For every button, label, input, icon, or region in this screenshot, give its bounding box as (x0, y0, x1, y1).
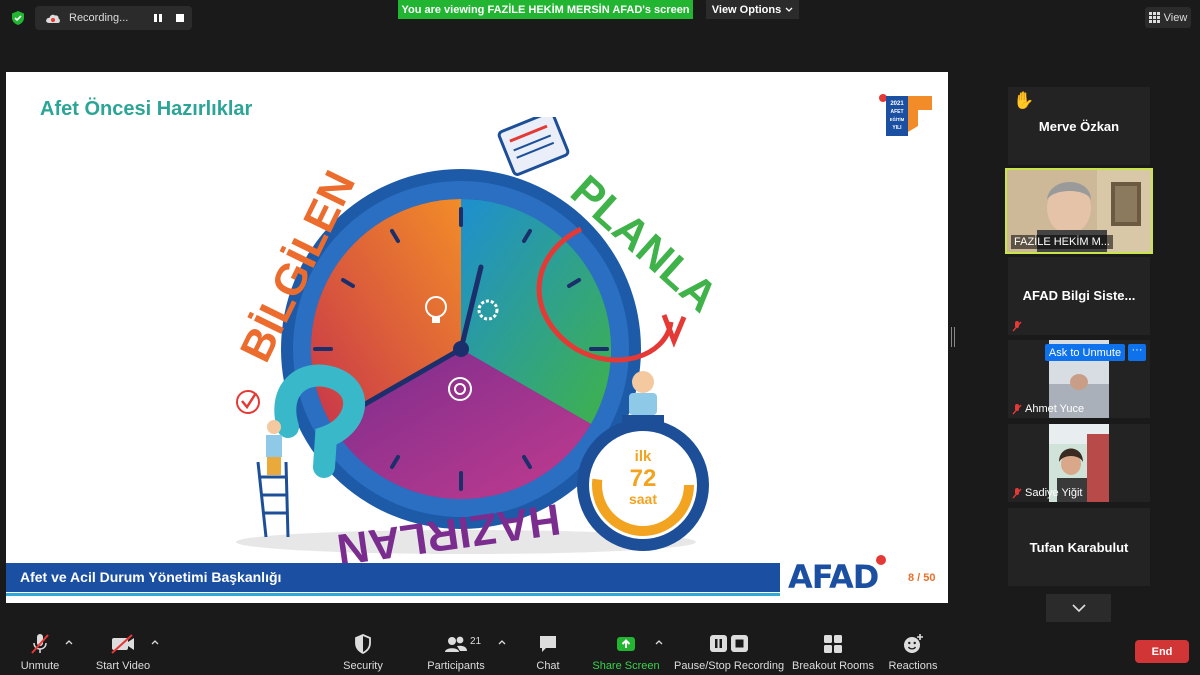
raised-hand-icon: ✋ (1013, 91, 1035, 110)
recording-label: Recording... (69, 12, 129, 24)
svg-text:YILI: YILI (892, 125, 902, 131)
view-label: View (1163, 11, 1188, 24)
afet-egitim-yili-logo: 2021 AFET EĞİTİM YILI (879, 94, 932, 136)
slide-footer-bar: Afet ve Acil Durum Yönetimi Başkanlığı (6, 563, 780, 596)
reactions-label: Reactions (888, 660, 938, 672)
audio-options-caret-icon[interactable] (64, 638, 74, 648)
svg-text:ilk: ilk (635, 448, 652, 465)
svg-text:72: 72 (630, 465, 657, 492)
chat-button[interactable]: Chat (527, 630, 569, 674)
view-layout-button[interactable]: View (1145, 7, 1191, 28)
participant-label: Sadiye Yiğit (1012, 487, 1082, 499)
panel-resize-handle[interactable] (951, 327, 955, 347)
chat-bubble-icon (540, 636, 556, 652)
recording-indicator: Recording... (35, 6, 192, 30)
chat-label: Chat (536, 660, 560, 672)
participant-name: Tufan Karabulut (1029, 540, 1129, 555)
share-options-caret-icon[interactable] (654, 638, 664, 648)
muted-mic-icon (1012, 321, 1022, 332)
disaster-preparedness-clock-graphic: BİLGİLEN PLANLA HAZIRLAN ilk 72 saat (231, 117, 727, 574)
participants-label: Participants (427, 660, 485, 672)
participants-options-caret-icon[interactable] (497, 638, 507, 648)
share-screen-label: Share Screen (592, 660, 660, 672)
participant-tile[interactable]: Tufan Karabulut (1008, 508, 1150, 586)
slide-footer-text: Afet ve Acil Durum Yönetimi Başkanlığı (20, 569, 282, 585)
screen-share-banner: You are viewing FAZİLE HEKİM MERSİN AFAD… (398, 0, 693, 19)
muted-mic-icon (1012, 487, 1022, 498)
breakout-rooms-icon (824, 635, 842, 653)
chevron-down-icon (1071, 603, 1086, 612)
participant-label: FAZİLE HEKİM M... (1011, 235, 1113, 249)
svg-text:AFET: AFET (890, 109, 903, 115)
muted-mic-icon (1012, 403, 1022, 414)
video-off-icon (111, 634, 134, 654)
breakout-rooms-button[interactable]: Breakout Rooms (791, 630, 875, 674)
pause-stop-recording-button[interactable]: Pause/Stop Recording (674, 630, 784, 674)
start-video-label: Start Video (95, 660, 151, 672)
stopwatch-graphic: ilk 72 saat (577, 419, 709, 551)
share-screen-arrow-icon (617, 637, 635, 651)
svg-text:EĞİTİM: EĞİTİM (890, 117, 905, 122)
afad-logo: AFAD (788, 558, 879, 596)
svg-text:2021: 2021 (890, 101, 904, 107)
participant-name: AFAD Bilgi Siste... (1022, 288, 1136, 303)
pause-stop-recording-icon (710, 635, 748, 652)
participant-name: Sadiye Yiğit (1025, 487, 1083, 499)
cloud-recording-icon (46, 14, 60, 23)
view-options-button[interactable]: View Options (706, 0, 799, 19)
ask-to-unmute-button[interactable]: Ask to Unmute (1045, 344, 1125, 361)
slide-page-indicator: 8 / 50 (908, 572, 936, 584)
participant-tile[interactable]: AFAD Bilgi Siste... (1008, 257, 1150, 335)
shared-screen-slide: Afet Öncesi Hazırlıklar 2021 AFET EĞİTİM… (6, 72, 948, 603)
security-label: Security (343, 660, 383, 672)
security-button[interactable]: Security (338, 630, 388, 674)
reactions-button[interactable]: Reactions (886, 630, 940, 674)
participant-tile[interactable]: Sadiye Yiğit (1008, 424, 1150, 502)
participant-name: Merve Özkan (1038, 119, 1120, 134)
participant-label: Ahmet Yuce (1012, 403, 1084, 415)
breakout-rooms-label: Breakout Rooms (792, 660, 874, 672)
shield-icon (355, 634, 371, 655)
end-meeting-button[interactable]: End (1135, 640, 1189, 663)
participant-tile-active-speaker[interactable]: FAZİLE HEKİM M... (1005, 168, 1153, 254)
svg-text:saat: saat (629, 491, 657, 507)
participant-name: Ahmet Yuce (1025, 403, 1085, 415)
video-options-caret-icon[interactable] (150, 638, 160, 648)
grid-view-icon (1148, 12, 1160, 23)
more-options-button[interactable]: ··· (1128, 344, 1146, 361)
smiley-plus-icon (904, 634, 923, 653)
unmute-button[interactable]: Unmute (14, 630, 66, 674)
share-screen-button[interactable]: Share Screen (592, 630, 660, 674)
pause-recording-icon[interactable] (152, 12, 164, 24)
scroll-participants-down-button[interactable] (1046, 594, 1111, 622)
afad-logo-crescent (876, 555, 886, 565)
pause-stop-recording-label: Pause/Stop Recording (674, 660, 785, 672)
chevron-down-icon (785, 7, 793, 12)
participants-count: 21 (470, 636, 482, 647)
zoom-meeting-window: Recording... You are viewing FAZİLE HEKİ… (0, 0, 1200, 675)
muted-mic-icon (31, 634, 49, 654)
participant-label (1012, 321, 1022, 332)
participant-name: FAZİLE HEKİM M... (1011, 235, 1113, 249)
unmute-label: Unmute (20, 660, 60, 672)
participant-tile[interactable]: ✋ Merve Özkan (1008, 87, 1150, 165)
participants-icon (445, 636, 467, 652)
start-video-button[interactable]: Start Video (92, 630, 154, 674)
view-options-label: View Options (711, 3, 782, 16)
encryption-shield-icon[interactable] (10, 10, 26, 26)
stop-recording-icon[interactable] (174, 12, 186, 24)
